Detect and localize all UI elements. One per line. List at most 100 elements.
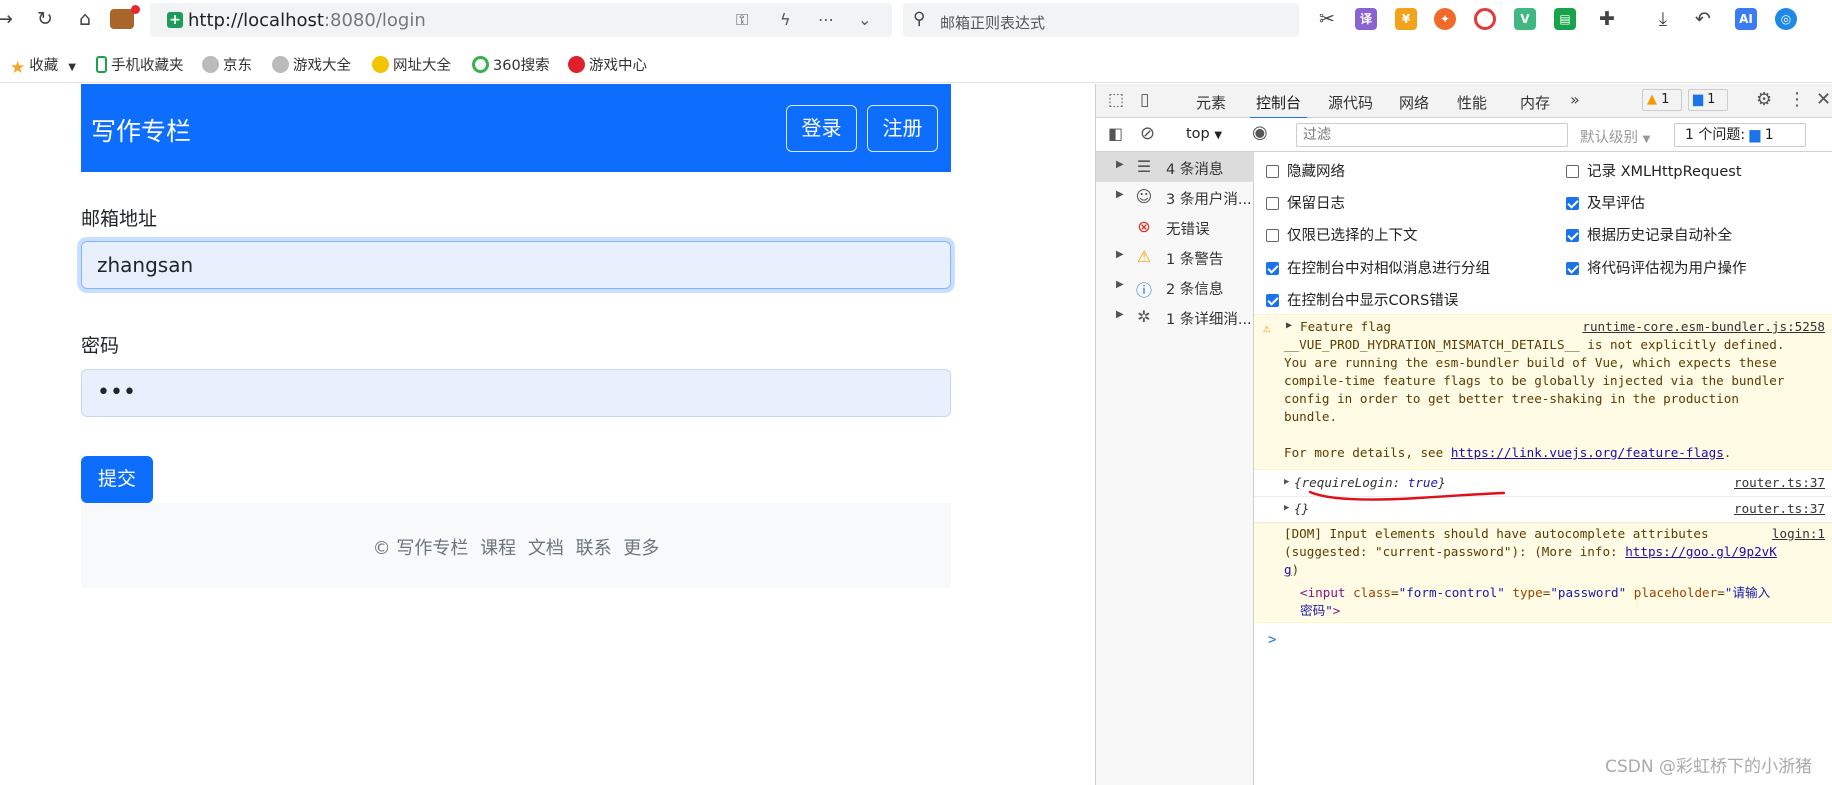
checkbox[interactable] <box>1266 197 1279 210</box>
console-prompt[interactable]: > <box>1268 632 1276 648</box>
footer-link-contact[interactable]: 联系 <box>576 538 612 559</box>
email-field[interactable]: zhangsan <box>81 241 951 289</box>
checkbox[interactable] <box>1266 165 1279 178</box>
console-log-require-login[interactable]: ▶ {requireLogin: true} router.ts:37 <box>1254 471 1832 501</box>
context-selector[interactable]: top ▼ <box>1186 126 1222 142</box>
checkbox-eager-eval[interactable]: 及早评估 <box>1566 192 1645 213</box>
site-brand[interactable]: 写作专栏 <box>91 112 191 148</box>
tab-elements[interactable]: 元素 <box>1196 92 1226 113</box>
lightning-icon[interactable]: ϟ <box>780 10 791 29</box>
html-element-snippet[interactable]: <input class="form-control" type="passwo… <box>1300 582 1770 601</box>
checkbox-autocomplete-history[interactable]: 根据历史记录自动补全 <box>1566 224 1732 245</box>
footer-link-courses[interactable]: 课程 <box>480 538 516 559</box>
password-field[interactable]: ••• <box>81 369 951 417</box>
warning-counter[interactable]: ▲ 1 <box>1642 89 1682 111</box>
checkbox-checked[interactable] <box>1266 294 1279 307</box>
game-icon[interactable]: ✦ <box>1434 8 1456 30</box>
checkbox-hide-network[interactable]: 隐藏网络 <box>1266 160 1345 181</box>
undo-icon[interactable]: ↶ <box>1690 6 1716 32</box>
translate-icon[interactable]: 译 <box>1355 8 1377 30</box>
sidebar-item-messages[interactable]: ▶ ☰ 4 条消息 <box>1096 152 1254 182</box>
inspect-icon[interactable]: ⬚ <box>1108 90 1124 110</box>
expand-arrow-icon[interactable]: ▶ <box>1116 189 1124 200</box>
home-icon[interactable]: ⌂ <box>72 6 98 32</box>
bookmark-mobile[interactable]: 手机收藏夹 <box>96 54 184 75</box>
device-toggle-icon[interactable]: ▯ <box>1140 90 1149 110</box>
sidebar-item-errors[interactable]: ⊗ 无错误 <box>1096 212 1254 242</box>
download-icon[interactable]: ⤓ <box>1650 6 1676 32</box>
source-link[interactable]: login:1 <box>1772 526 1825 541</box>
source-link[interactable]: runtime-core.esm-bundler.js:5258 <box>1582 319 1825 334</box>
login-button[interactable]: 登录 <box>786 105 857 152</box>
expand-arrow-icon[interactable]: ▶ <box>1284 477 1289 487</box>
bookmark-360[interactable]: 360搜索 <box>472 54 550 75</box>
more-icon[interactable]: ⋯ <box>818 10 834 29</box>
search-bar[interactable]: ⚲ 邮箱正则表达式 <box>903 3 1299 37</box>
expand-arrow-icon[interactable]: ▶ <box>1116 159 1124 170</box>
expand-arrow-icon[interactable]: ▶ <box>1116 249 1124 260</box>
forward-icon[interactable]: → <box>0 6 18 32</box>
sidebar-item-user-messages[interactable]: ▶ ☺ 3 条用户消... <box>1096 182 1254 212</box>
search-input[interactable]: 邮箱正则表达式 <box>940 12 1045 33</box>
checkbox-log-xhr[interactable]: 记录 XMLHttpRequest <box>1566 160 1742 181</box>
expand-arrow-icon[interactable]: ▶ <box>1116 279 1124 290</box>
address-bar[interactable]: + http://localhost:8080/login ⚿ ϟ ⋯ ⌄ <box>150 3 892 37</box>
tab-console[interactable]: 控制台 <box>1249 92 1308 119</box>
briefcase-icon[interactable] <box>110 9 134 29</box>
checkbox[interactable] <box>1566 165 1579 178</box>
bookmark-sites[interactable]: 网址大全 <box>372 54 451 75</box>
bookmark-game-center[interactable]: 游戏中心 <box>568 54 647 75</box>
swirl-icon[interactable]: ◎ <box>1775 8 1797 30</box>
checkbox-user-gesture[interactable]: 将代码评估视为用户操作 <box>1566 257 1747 278</box>
key-icon[interactable]: ⚿ <box>736 10 748 30</box>
ring-icon[interactable] <box>1474 8 1496 30</box>
tab-memory[interactable]: 内存 <box>1520 92 1550 113</box>
tab-performance[interactable]: 性能 <box>1457 92 1487 113</box>
vue-feature-flags-link[interactable]: https://link.vuejs.org/feature-flags <box>1451 445 1724 460</box>
address-url[interactable]: http://localhost:8080/login <box>188 10 426 31</box>
tab-network[interactable]: 网络 <box>1399 92 1429 113</box>
close-icon[interactable]: ✕ <box>1816 89 1831 110</box>
source-link[interactable]: router.ts:37 <box>1734 475 1825 490</box>
bookmark-games[interactable]: 游戏大全 <box>272 54 351 75</box>
puzzle-icon[interactable]: ✚ <box>1594 6 1620 32</box>
more-info-link[interactable]: g <box>1284 562 1292 577</box>
expand-arrow-icon[interactable]: ▶ <box>1116 309 1124 320</box>
log-level-select[interactable]: 默认级别 ▼ <box>1580 126 1650 147</box>
issues-button[interactable]: 1 个问题: ▆ 1 <box>1674 123 1806 147</box>
message-counter[interactable]: ▆ 1 <box>1688 89 1728 111</box>
settings-gear-icon[interactable]: ⚙ <box>1756 89 1772 110</box>
expand-arrow-icon[interactable]: ▶ <box>1284 503 1289 513</box>
clear-console-icon[interactable]: ⊘ <box>1140 123 1155 144</box>
footer-link-docs[interactable]: 文档 <box>528 538 564 559</box>
eye-icon[interactable]: ◉ <box>1252 122 1268 143</box>
footer-link-more[interactable]: 更多 <box>623 538 659 559</box>
more-info-link[interactable]: https://goo.gl/9p2vK <box>1625 544 1777 559</box>
console-log-empty-object[interactable]: ▶ {} router.ts:37 <box>1254 497 1832 523</box>
filter-input[interactable]: 过滤 <box>1296 123 1568 147</box>
source-link[interactable]: router.ts:37 <box>1734 501 1825 516</box>
register-button[interactable]: 注册 <box>867 105 938 152</box>
book-icon[interactable]: ▤ <box>1554 8 1576 30</box>
more-tabs-icon[interactable]: » <box>1570 90 1580 109</box>
checkbox-cors-errors[interactable]: 在控制台中显示CORS错误 <box>1266 289 1458 310</box>
expand-arrow-icon[interactable]: ▶ <box>1286 320 1292 331</box>
chevron-down-icon[interactable]: ⌄ <box>858 10 871 29</box>
checkbox-selected-context[interactable]: 仅限已选择的上下文 <box>1266 224 1418 245</box>
sidebar-item-warnings[interactable]: ▶ ⚠ 1 条警告 <box>1096 242 1254 272</box>
submit-button[interactable]: 提交 <box>81 456 153 503</box>
sidebar-toggle-icon[interactable]: ◧ <box>1108 124 1123 143</box>
kebab-menu-icon[interactable]: ⋮ <box>1788 89 1806 110</box>
reload-icon[interactable]: ↻ <box>32 6 58 32</box>
log-object[interactable]: {} <box>1294 501 1309 516</box>
checkbox-group-similar[interactable]: 在控制台中对相似消息进行分组 <box>1266 257 1490 278</box>
checkbox-preserve-log[interactable]: 保留日志 <box>1266 192 1345 213</box>
checkbox-checked[interactable] <box>1266 262 1279 275</box>
coupon-icon[interactable]: ¥ <box>1395 8 1417 30</box>
bookmark-favorites[interactable]: ★ 收藏 ▼ <box>10 54 76 78</box>
bookmark-jd[interactable]: 京东 <box>202 54 252 75</box>
checkbox-checked[interactable] <box>1566 197 1579 210</box>
checkbox-checked[interactable] <box>1566 262 1579 275</box>
sidebar-item-info[interactable]: ▶ ⓘ 2 条信息 <box>1096 272 1254 302</box>
scissors-icon[interactable]: ✂ <box>1314 6 1340 32</box>
